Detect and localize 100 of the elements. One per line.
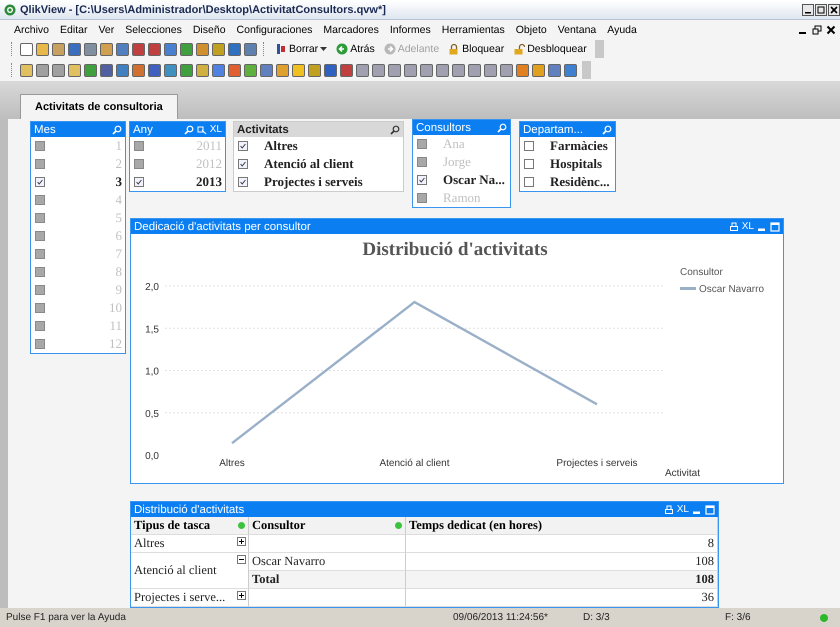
tile-icon[interactable] [132, 42, 145, 56]
menu-item[interactable]: Objeto [516, 24, 547, 36]
tile-icon[interactable] [52, 64, 65, 76]
checkbox[interactable] [35, 267, 45, 277]
tile-icon[interactable] [468, 64, 481, 76]
tile-icon[interactable] [228, 42, 241, 56]
tile-icon[interactable] [180, 64, 193, 76]
checkbox[interactable] [35, 339, 45, 349]
menu-item[interactable]: Selecciones [125, 24, 182, 36]
export-button[interactable]: XL [742, 221, 754, 232]
list-item[interactable]: 2013 [130, 173, 225, 191]
tile-icon[interactable] [548, 64, 561, 76]
tile-icon[interactable] [20, 64, 33, 76]
tile-icon[interactable] [52, 42, 65, 56]
tile-icon[interactable] [148, 42, 161, 56]
tile-icon[interactable] [116, 42, 129, 56]
tile-icon[interactable] [276, 64, 289, 76]
search-icon[interactable] [184, 124, 194, 134]
export-button[interactable]: XL [676, 504, 689, 515]
list-item[interactable]: Hospitals [520, 155, 615, 173]
toolbar-button[interactable]: Bloquear [445, 40, 508, 58]
list-item[interactable]: Oscar Na... [413, 171, 510, 189]
tile-icon[interactable] [148, 64, 161, 76]
toolbar-button[interactable]: Desbloquear [510, 40, 590, 58]
tile-icon[interactable] [340, 64, 353, 76]
search-icon[interactable] [112, 124, 122, 134]
menu-item[interactable]: Ver [98, 24, 114, 36]
tile-icon[interactable] [564, 64, 577, 76]
export-button[interactable]: XL [210, 124, 222, 135]
tile-icon[interactable] [356, 64, 369, 76]
checkbox[interactable] [524, 141, 534, 151]
tile-icon[interactable] [484, 64, 497, 76]
checkbox[interactable] [35, 285, 45, 295]
menu-item[interactable]: Herramientas [442, 24, 505, 36]
tile-icon[interactable] [436, 64, 449, 76]
tile-icon[interactable] [308, 64, 321, 76]
tile-icon[interactable] [404, 64, 417, 76]
checkbox[interactable] [35, 195, 45, 205]
tile-icon[interactable] [100, 42, 113, 56]
tile-icon[interactable] [228, 64, 241, 76]
tile-icon[interactable] [212, 64, 225, 76]
checkbox[interactable] [417, 193, 427, 203]
checkbox[interactable] [134, 159, 144, 169]
tile-icon[interactable] [244, 64, 257, 76]
tile-icon[interactable] [164, 64, 177, 76]
tile-icon[interactable] [500, 64, 513, 76]
print-icon[interactable] [664, 504, 674, 514]
checkbox[interactable] [524, 177, 534, 187]
tile-icon[interactable] [116, 64, 129, 76]
list-item[interactable]: Farmàcies [520, 137, 615, 155]
sheet-tab[interactable]: Activitats de consultoria [20, 94, 178, 119]
close-icon[interactable] [828, 4, 840, 16]
list-item[interactable]: 3 [31, 173, 125, 191]
menu-item[interactable]: Ayuda [607, 24, 637, 36]
checkbox[interactable] [35, 213, 45, 223]
checkbox[interactable] [35, 321, 45, 331]
tile-icon[interactable] [164, 42, 177, 56]
column-header[interactable]: Temps dedicat (en hores) [406, 517, 718, 535]
maximize-icon[interactable] [770, 222, 780, 232]
checkbox[interactable] [417, 157, 427, 167]
tile-icon[interactable] [20, 42, 33, 56]
print-icon[interactable] [728, 222, 739, 232]
menu-item[interactable]: Editar [60, 24, 88, 36]
tile-icon[interactable] [100, 64, 113, 76]
menu-item[interactable]: Marcadores [323, 24, 379, 36]
expand-toggle[interactable] [237, 555, 246, 564]
tile-icon[interactable] [196, 64, 209, 76]
tile-icon[interactable] [324, 64, 337, 76]
maximize-icon[interactable] [705, 504, 715, 514]
restore-icon[interactable] [815, 4, 827, 16]
column-header[interactable]: Consultor [249, 517, 406, 535]
menu-item[interactable]: Archivo [14, 24, 50, 36]
tile-icon[interactable] [36, 42, 49, 56]
checkbox[interactable] [35, 159, 45, 169]
checkbox[interactable] [134, 177, 144, 187]
tile-icon[interactable] [260, 64, 273, 76]
expand-toggle[interactable] [237, 537, 246, 546]
tile-icon[interactable] [516, 64, 529, 76]
checkbox[interactable] [134, 141, 144, 151]
expand-toggle[interactable] [237, 591, 246, 600]
column-header[interactable]: Tipus de tasca [131, 517, 249, 535]
tile-icon[interactable] [372, 64, 385, 76]
checkbox[interactable] [524, 159, 534, 169]
restore-icon[interactable] [812, 24, 822, 34]
toolbar-button[interactable]: Atrás [333, 40, 378, 58]
tile-icon[interactable] [68, 64, 81, 76]
close-icon[interactable] [826, 24, 836, 34]
tile-icon[interactable] [388, 64, 401, 76]
tile-icon[interactable] [292, 64, 305, 76]
tile-icon[interactable] [196, 42, 209, 56]
tile-icon[interactable] [180, 42, 193, 56]
tile-icon[interactable] [84, 64, 97, 76]
menu-item[interactable]: Diseño [192, 24, 226, 36]
list-item[interactable]: Residènc... [520, 173, 615, 191]
minimize-icon[interactable] [802, 4, 814, 16]
tile-icon[interactable] [36, 64, 49, 76]
checkbox[interactable] [35, 303, 45, 313]
search-icon[interactable] [602, 124, 612, 134]
tile-icon[interactable] [420, 64, 433, 76]
checkbox[interactable] [35, 141, 45, 151]
